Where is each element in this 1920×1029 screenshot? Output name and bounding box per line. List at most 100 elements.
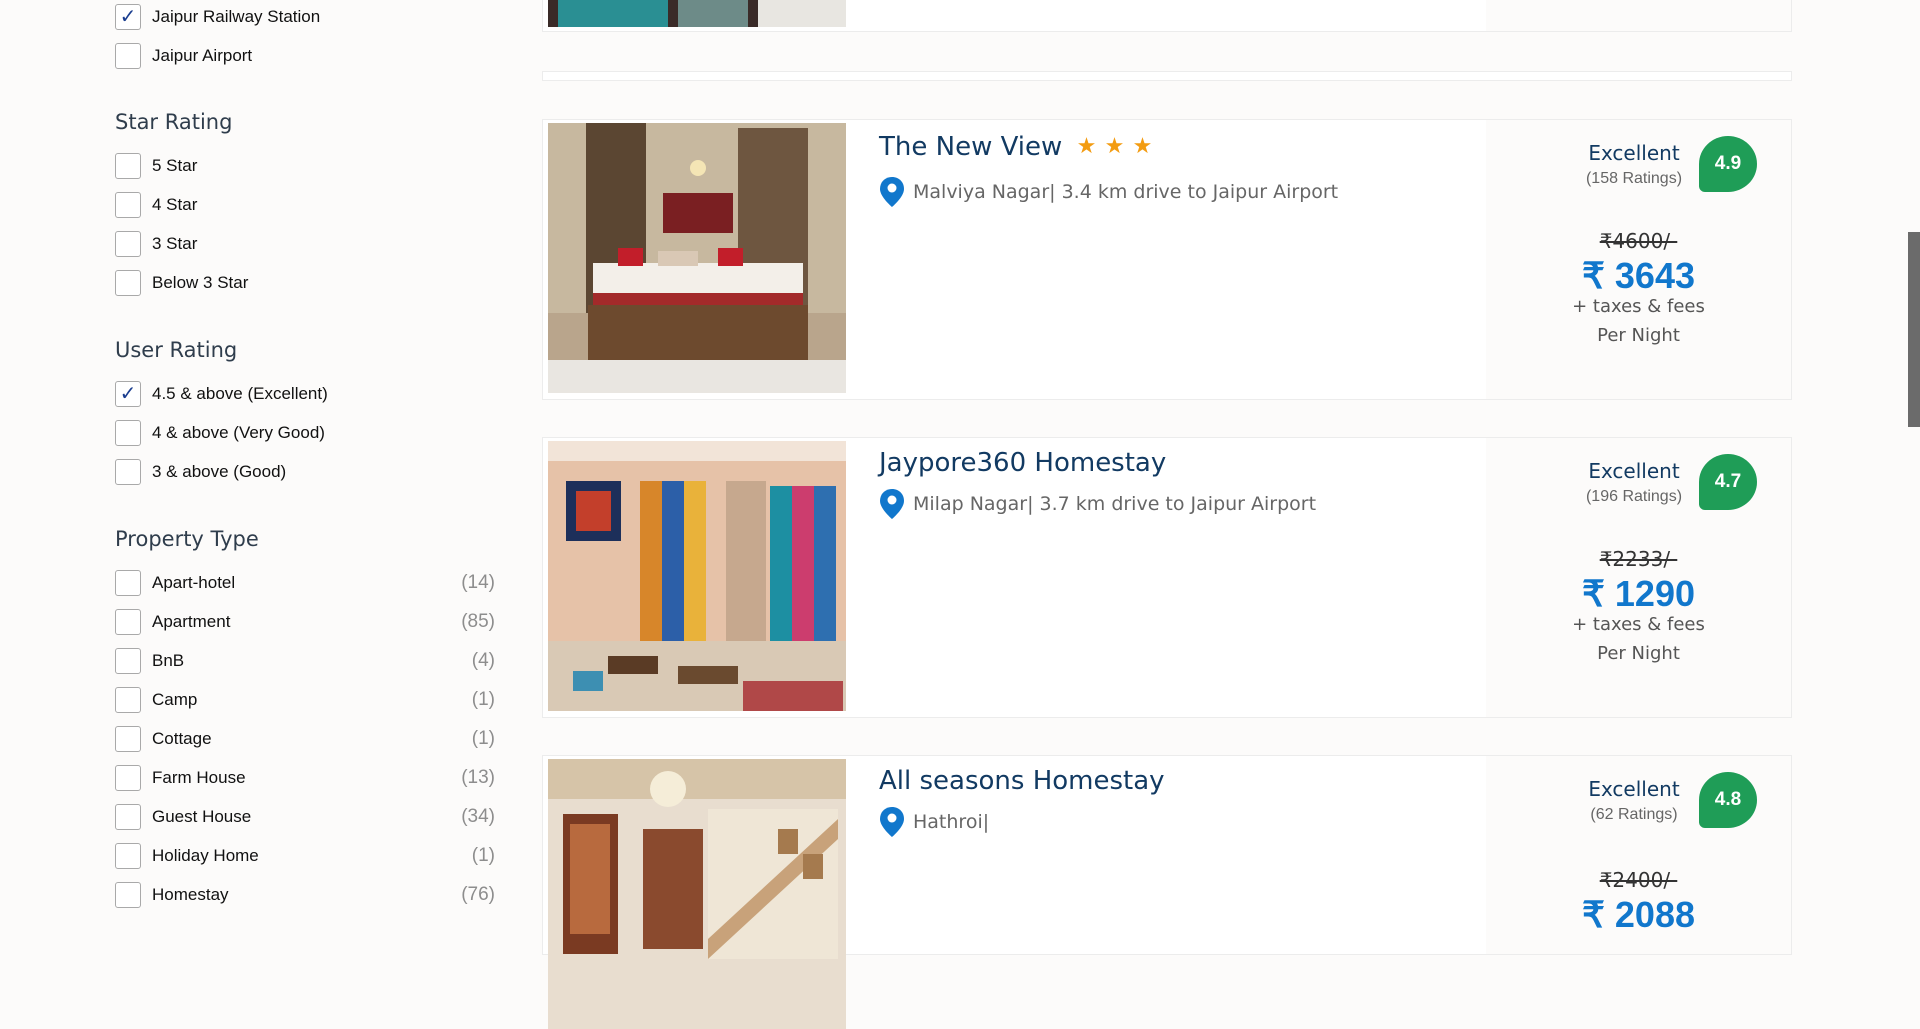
filter-apart-hotel[interactable]: Apart-hotel (14) (115, 569, 495, 597)
hotel-name[interactable]: All seasons Homestay (879, 766, 1165, 796)
checkbox[interactable] (115, 726, 141, 752)
filter-jaipur-railway-station[interactable]: ✓ Jaipur Railway Station (115, 3, 495, 31)
filter-label: Jaipur Airport (152, 46, 253, 65)
filter-label: 5 Star (152, 156, 198, 175)
hotel-photo[interactable] (548, 0, 846, 27)
original-price: ₹2233/- (1599, 547, 1678, 571)
taxes-note: + taxes & fees (1572, 614, 1705, 635)
filter-4-star[interactable]: 4 Star (115, 191, 495, 219)
checkbox[interactable] (115, 687, 141, 713)
filter-4-5-above[interactable]: ✓ 4.5 & above (Excellent) (115, 380, 495, 408)
location-text: Malviya Nagar| 3.4 km drive to Jaipur Ai… (913, 181, 1339, 203)
filter-homestay[interactable]: Homestay (76) (115, 881, 495, 909)
checkbox[interactable] (115, 648, 141, 674)
price-panel: Excellent (158 Ratings) 4.9 ₹4600/- ₹ 36… (1486, 120, 1791, 399)
star-icon: ★ (1132, 134, 1153, 159)
hotel-card-previous[interactable] (542, 0, 1792, 32)
filter-3-above[interactable]: 3 & above (Good) (115, 458, 495, 486)
filter-label: Holiday Home (152, 846, 259, 865)
filter-count: (76) (461, 884, 495, 905)
location-text: Milap Nagar| 3.7 km drive to Jaipur Airp… (913, 493, 1317, 515)
taxes-note: + taxes & fees (1572, 296, 1705, 317)
hotel-card[interactable]: Jaypore360 Homestay Milap Nagar| 3.7 km … (542, 437, 1792, 718)
checkbox[interactable] (115, 609, 141, 635)
hotel-name[interactable]: Jaypore360 Homestay (879, 448, 1166, 478)
filter-count: (4) (471, 650, 495, 671)
filter-jaipur-airport[interactable]: Jaipur Airport (115, 42, 495, 70)
location-pin-icon (880, 807, 904, 837)
filter-count: (34) (461, 806, 495, 827)
filter-label: BnB (152, 651, 185, 670)
checkbox-checked[interactable]: ✓ (115, 4, 141, 30)
checkbox[interactable] (115, 270, 141, 296)
filter-count: (14) (461, 572, 495, 593)
score-badge: 4.7 (1699, 454, 1757, 510)
filter-label: Guest House (152, 807, 252, 826)
star-rating: ★ ★ ★ (1077, 130, 1153, 160)
filter-label: 3 & above (Good) (152, 462, 287, 481)
page-scrollbar[interactable] (1908, 0, 1920, 920)
scrollbar-thumb[interactable] (1908, 232, 1920, 427)
checkbox[interactable] (115, 153, 141, 179)
hotel-photo[interactable] (548, 123, 846, 393)
filter-guest-house[interactable]: Guest House (34) (115, 803, 495, 831)
filter-apartment[interactable]: Apartment (85) (115, 608, 495, 636)
location-text: Hathroi| (913, 811, 990, 833)
star-rating-heading: Star Rating (115, 110, 233, 134)
checkbox[interactable] (115, 231, 141, 257)
checkbox[interactable] (115, 843, 141, 869)
filter-label: Apartment (152, 612, 231, 631)
price-panel: Excellent (196 Ratings) 4.7 ₹2233/- ₹ 12… (1486, 438, 1791, 717)
price-panel (1486, 0, 1791, 31)
star-icon: ★ (1076, 134, 1097, 159)
filter-label: Farm House (152, 768, 246, 787)
hotel-location: Malviya Nagar| 3.4 km drive to Jaipur Ai… (879, 176, 1338, 208)
filter-count: (85) (461, 611, 495, 632)
filter-below-3-star[interactable]: Below 3 Star (115, 269, 495, 297)
filter-label: Below 3 Star (152, 273, 249, 292)
checkbox[interactable] (115, 765, 141, 791)
checkbox[interactable] (115, 570, 141, 596)
star-icon: ★ (1104, 134, 1125, 159)
filter-label: 3 Star (152, 234, 198, 253)
checkbox[interactable] (115, 804, 141, 830)
filter-4-above[interactable]: 4 & above (Very Good) (115, 419, 495, 447)
filter-camp[interactable]: Camp (1) (115, 686, 495, 714)
current-price: ₹ 1290 (1582, 573, 1695, 614)
hotel-card[interactable]: The New View ★ ★ ★ Malviya Nagar| 3.4 km… (542, 119, 1792, 400)
filter-count: (1) (471, 728, 495, 749)
checkbox[interactable] (115, 43, 141, 69)
checkbox-checked[interactable]: ✓ (115, 381, 141, 407)
price-panel: Excellent (62 Ratings) 4.8 ₹2400/- ₹ 208… (1486, 756, 1791, 954)
location-pin-icon (880, 489, 904, 519)
hotel-location: Hathroi| (879, 806, 989, 838)
filter-5-star[interactable]: 5 Star (115, 152, 495, 180)
hotel-photo[interactable] (548, 759, 846, 1029)
filter-label: 4 & above (Very Good) (152, 423, 325, 442)
checkbox[interactable] (115, 882, 141, 908)
filter-cottage[interactable]: Cottage (1) (115, 725, 495, 753)
divider (542, 71, 1792, 81)
filter-bnb[interactable]: BnB (4) (115, 647, 495, 675)
checkbox[interactable] (115, 420, 141, 446)
hotel-name-text[interactable]: The New View (879, 132, 1062, 162)
hotel-photo[interactable] (548, 441, 846, 711)
filter-label: 4 Star (152, 195, 198, 214)
hotel-name[interactable]: The New View ★ ★ ★ (879, 130, 1152, 162)
filter-label: Homestay (152, 885, 229, 904)
filter-holiday-home[interactable]: Holiday Home (1) (115, 842, 495, 870)
property-type-heading: Property Type (115, 527, 259, 551)
filter-3-star[interactable]: 3 Star (115, 230, 495, 258)
per-night-note: Per Night (1597, 643, 1680, 664)
filter-label: 4.5 & above (Excellent) (152, 384, 328, 403)
filter-label: Apart-hotel (152, 573, 236, 592)
filter-count: (13) (461, 767, 495, 788)
checkbox[interactable] (115, 459, 141, 485)
filter-label: Cottage (152, 729, 212, 748)
current-price: ₹ 3643 (1582, 255, 1695, 296)
hotel-card[interactable]: All seasons Homestay Hathroi| Excellent … (542, 755, 1792, 1029)
current-price: ₹ 2088 (1582, 894, 1695, 935)
ratings-count: (196 Ratings) (1585, 488, 1683, 505)
filter-farm-house[interactable]: Farm House (13) (115, 764, 495, 792)
checkbox[interactable] (115, 192, 141, 218)
